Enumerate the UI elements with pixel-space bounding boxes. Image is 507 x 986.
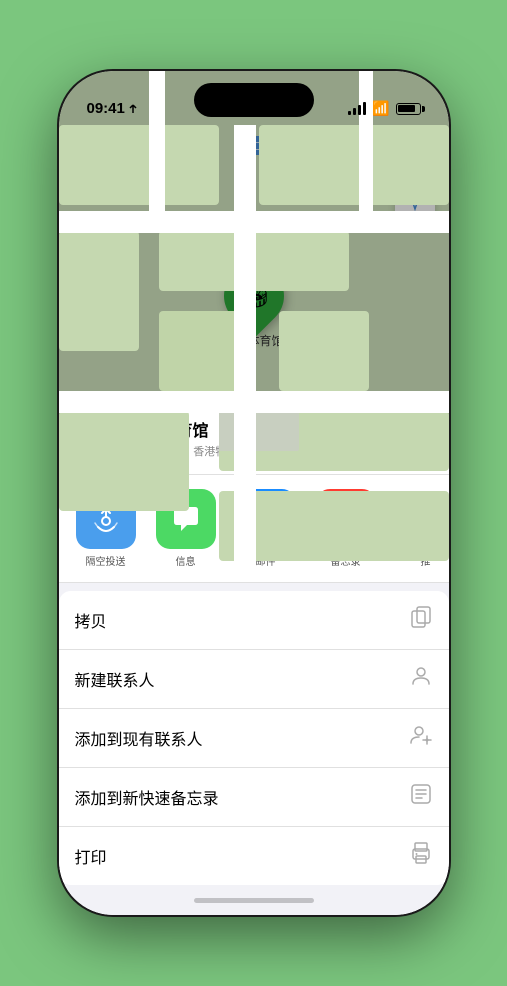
action-list: 拷贝 新建联系人 <box>59 591 449 885</box>
action-new-contact[interactable]: 新建联系人 <box>59 650 449 709</box>
quick-note-icon <box>409 782 433 812</box>
status-time: 09:41 <box>87 100 138 117</box>
wifi-icon: 📶 <box>372 100 389 117</box>
action-add-existing-contact[interactable]: 添加到现有联系人 <box>59 709 449 768</box>
action-quick-note[interactable]: 添加到新快速备忘录 <box>59 768 449 827</box>
copy-icon <box>409 605 433 635</box>
add-contact-icon <box>409 723 433 753</box>
phone-frame: 南口 <box>59 71 449 915</box>
dynamic-island <box>194 83 314 117</box>
app-label-messages: 信息 <box>176 553 196 568</box>
action-quick-note-label: 添加到新快速备忘录 <box>75 785 219 809</box>
phone-screen: 南口 <box>59 71 449 915</box>
action-new-contact-label: 新建联系人 <box>75 667 155 691</box>
new-contact-icon <box>409 664 433 694</box>
action-print-label: 打印 <box>75 844 107 868</box>
signal-icon <box>348 102 366 115</box>
home-indicator-area <box>59 885 449 915</box>
action-print[interactable]: 打印 <box>59 827 449 885</box>
print-icon <box>409 841 433 871</box>
location-icon <box>128 104 138 114</box>
action-add-existing-label: 添加到现有联系人 <box>75 726 203 750</box>
battery-icon <box>396 103 421 115</box>
status-icons: 📶 <box>348 100 420 117</box>
action-copy[interactable]: 拷贝 <box>59 591 449 650</box>
app-label-airdrop: 隔空投送 <box>86 553 126 568</box>
home-indicator <box>194 898 314 903</box>
action-copy-label: 拷贝 <box>75 608 107 632</box>
